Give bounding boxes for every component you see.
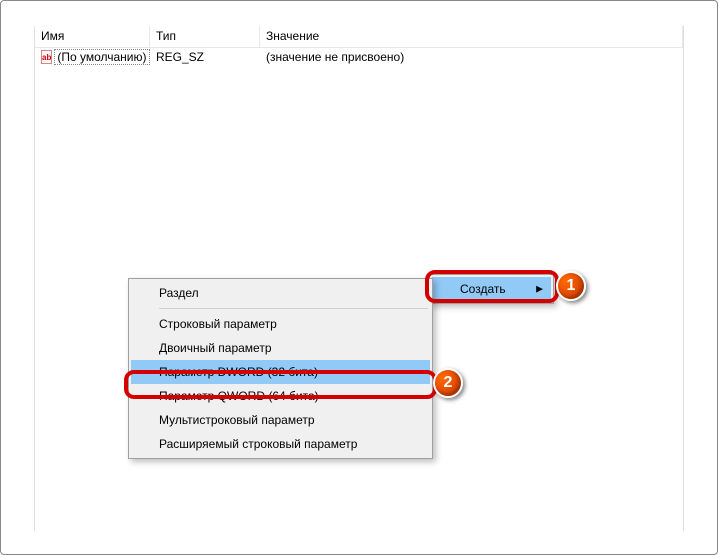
column-header-type[interactable]: Тип (150, 26, 260, 47)
menu-item-key[interactable]: Раздел (131, 281, 430, 305)
row-type: REG_SZ (150, 50, 260, 64)
context-menu: Создать ▶ (429, 274, 554, 304)
menu-item-string[interactable]: Строковый параметр (131, 312, 430, 336)
menu-item-multistring[interactable]: Мультистроковый параметр (131, 408, 430, 432)
create-submenu: Раздел Строковый параметр Двоичный парам… (128, 278, 433, 459)
column-header-row: Имя Тип Значение (35, 26, 683, 48)
menu-item-binary[interactable]: Двоичный параметр (131, 336, 430, 360)
column-header-value[interactable]: Значение (260, 26, 683, 47)
menu-item-label: Создать (460, 282, 506, 296)
annotation-badge-1: 1 (556, 271, 586, 301)
row-value: (значение не присвоено) (260, 50, 683, 64)
menu-item-create[interactable]: Создать ▶ (432, 277, 551, 301)
string-value-icon: ab (41, 50, 52, 64)
menu-item-expandstring[interactable]: Расширяемый строковый параметр (131, 432, 430, 456)
menu-separator (159, 308, 428, 309)
menu-item-qword[interactable]: Параметр QWORD (64 бита) (131, 384, 430, 408)
chevron-right-icon: ▶ (536, 284, 543, 295)
column-header-name[interactable]: Имя (35, 26, 150, 47)
row-name: (По умолчанию) (54, 49, 149, 65)
annotation-badge-2: 2 (433, 368, 463, 398)
table-row[interactable]: ab (По умолчанию) REG_SZ (значение не пр… (35, 48, 683, 66)
menu-item-dword[interactable]: Параметр DWORD (32 бита) (131, 360, 430, 384)
